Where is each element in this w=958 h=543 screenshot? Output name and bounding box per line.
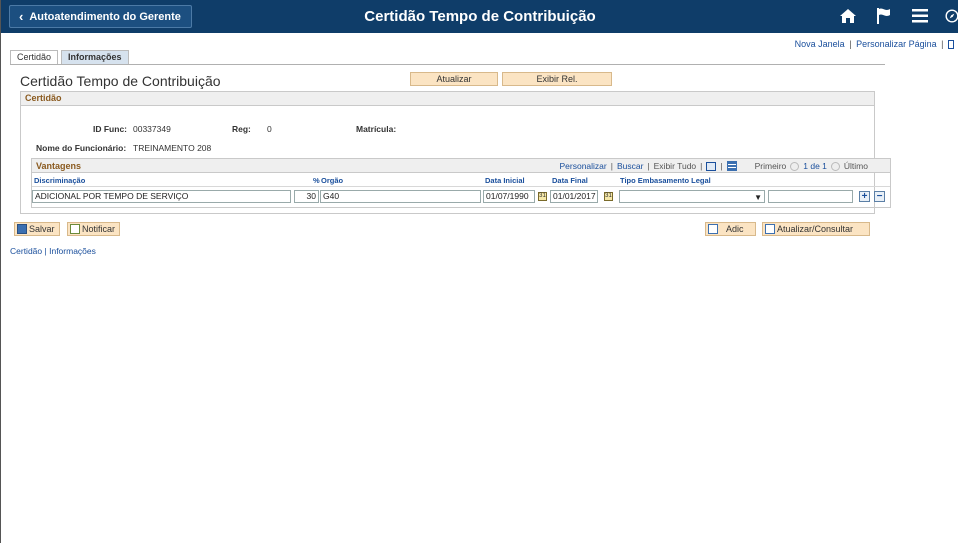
compass-icon[interactable] [945,5,958,27]
grid-navigation: Personalizar | Buscar | Exibir Tudo | | … [559,161,868,171]
orgao-input[interactable]: G40 [320,190,481,203]
discriminacao-input[interactable]: ADICIONAL POR TEMPO DE SERVIÇO [32,190,291,203]
save-button[interactable]: Salvar [14,222,60,236]
col-percent[interactable]: % [313,176,320,185]
update-query-label: Atualizar/Consultar [777,224,854,234]
home-icon[interactable] [837,5,859,27]
add-icon [708,224,718,234]
tipo-select[interactable]: ▼ [619,190,765,203]
reg-value: 0 [267,124,272,134]
col-data-inicial[interactable]: Data Inicial [485,176,525,185]
col-orgao[interactable]: Orgão [321,176,343,185]
certidao-link[interactable]: Certidão [10,246,42,256]
add-button[interactable]: Adic [705,222,756,236]
show-all-link[interactable]: Exibir Tudo [654,161,697,171]
top-links: Nova Janela | Personalizar Página | [795,39,954,50]
notify-icon [70,224,80,234]
calendar-icon[interactable]: 31 [604,192,613,201]
tab-informacoes[interactable]: Informações [61,50,129,64]
add-row-button[interactable]: + [859,191,870,202]
data-final-input[interactable]: 01/01/2017 [550,190,598,203]
vantagens-title: Vantagens [36,161,82,171]
tab-divider [10,64,885,65]
col-discriminacao[interactable]: Discriminação [34,176,85,185]
notify-label: Notificar [82,224,116,234]
header-title: Certidão Tempo de Contribuição [364,8,596,25]
top-navbar: ‹ Autoatendimento do Gerente Certidão Te… [1,0,958,33]
nome-label: Nome do Funcionário: [36,143,127,153]
list-icon[interactable] [948,40,954,50]
page-range: 1 de 1 [803,161,827,171]
percent-input[interactable]: 30 [294,190,319,203]
matricula-label: Matrícula: [356,124,397,134]
vantagens-header: Vantagens Personalizar | Buscar | Exibir… [32,159,890,173]
chevron-down-icon: ▼ [754,193,762,202]
update-query-icon [765,224,775,234]
reg-label: Reg: [232,124,251,134]
page-title: Certidão Tempo de Contribuição [20,73,221,89]
separator: | [700,161,703,171]
separator: | [647,161,650,171]
zoom-icon[interactable] [706,161,717,171]
prev-icon[interactable] [790,161,800,171]
header-icons [837,5,958,27]
separator: | [44,246,47,256]
personalize-page-link[interactable]: Personalizar Página [856,39,937,49]
separator: | [941,39,944,49]
download-icon[interactable] [726,161,737,171]
add-label: Adic [726,224,744,234]
informacoes-link[interactable]: Informações [49,246,96,256]
column-divider [32,186,890,187]
menu-icon[interactable] [909,5,931,27]
page-tabs: Certidão Informações [10,50,129,64]
calendar-icon[interactable]: 31 [538,192,547,201]
bottom-links: Certidão | Informações [10,246,96,256]
col-tipo[interactable]: Tipo Embasamento Legal [620,176,711,185]
first-link[interactable]: Primeiro [755,161,787,171]
personalize-link[interactable]: Personalizar [559,161,606,171]
nome-value: TREINAMENTO 208 [133,143,212,153]
update-button[interactable]: Atualizar [410,72,498,86]
separator: | [610,161,613,171]
certidao-group-title: Certidão [21,92,874,106]
save-icon [17,224,27,234]
last-link[interactable]: Último [844,161,868,171]
extra-input[interactable] [768,190,853,203]
id-func-value: 00337349 [133,124,171,134]
tab-certidao[interactable]: Certidão [10,50,59,64]
notify-button[interactable]: Notificar [67,222,121,236]
flag-icon[interactable] [873,5,895,27]
report-button[interactable]: Exibir Rel. [502,72,612,86]
update-query-button[interactable]: Atualizar/Consultar [762,222,870,236]
search-link[interactable]: Buscar [617,161,643,171]
separator: | [720,161,723,171]
next-icon[interactable] [830,161,840,171]
new-window-link[interactable]: Nova Janela [795,39,845,49]
save-label: Salvar [29,224,55,234]
id-func-label: ID Func: [93,124,127,134]
data-inicial-input[interactable]: 01/07/1990 [483,190,535,203]
separator: | [849,39,852,49]
col-data-final[interactable]: Data Final [552,176,588,185]
remove-row-button[interactable]: − [874,191,885,202]
